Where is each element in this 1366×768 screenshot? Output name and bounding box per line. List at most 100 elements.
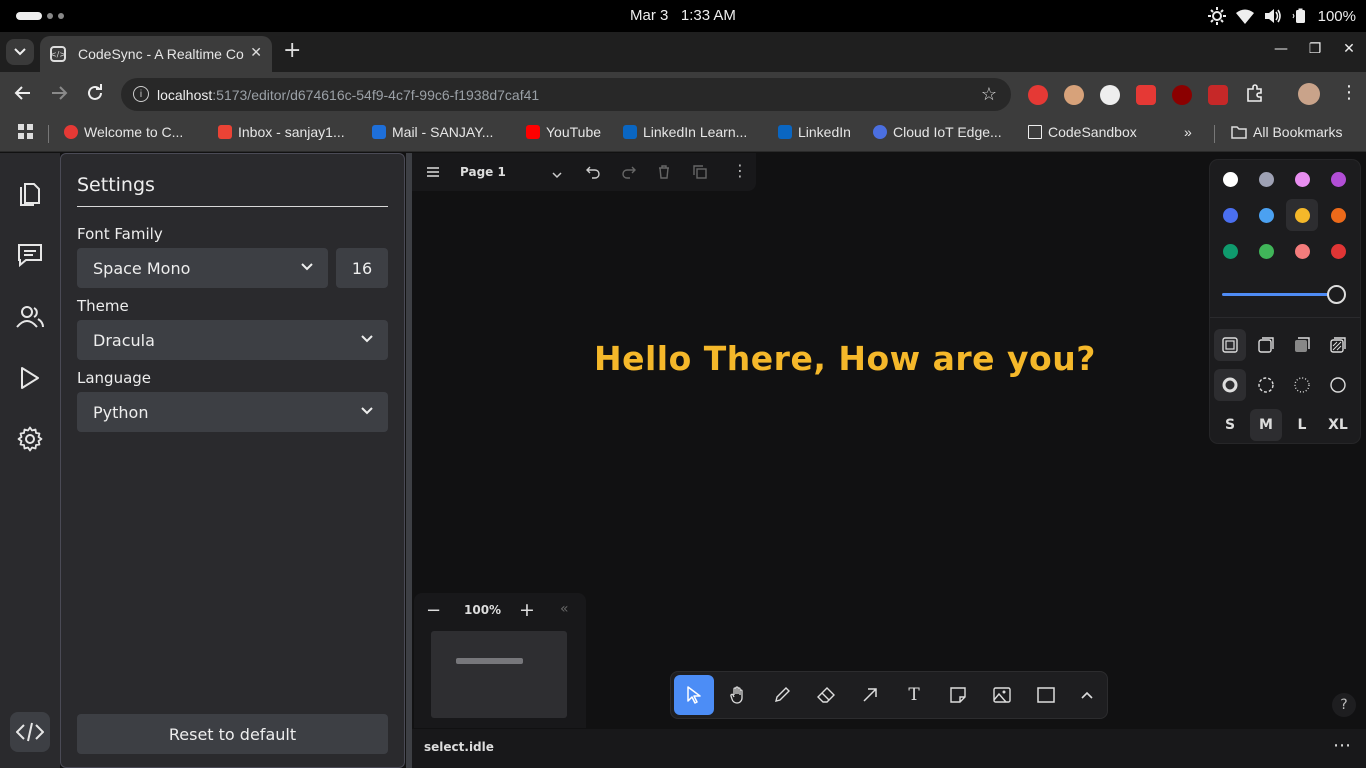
forward-arrow-icon[interactable]: [50, 84, 68, 106]
bookmark-item[interactable]: Welcome to C...: [64, 124, 183, 140]
color-swatch-button[interactable]: [1214, 199, 1246, 231]
more-bookmarks-button[interactable]: »: [1184, 124, 1192, 140]
extension-ublock-icon[interactable]: [1172, 85, 1192, 105]
fill-solid-button[interactable]: [1286, 329, 1318, 361]
extensions-puzzle-icon[interactable]: [1245, 83, 1265, 107]
extension-avatar-icon[interactable]: [1064, 85, 1084, 105]
color-swatch-button[interactable]: [1214, 163, 1246, 195]
page-name[interactable]: Page 1: [460, 165, 506, 179]
redo-icon[interactable]: [622, 164, 636, 183]
reload-icon[interactable]: [86, 84, 104, 106]
fill-pattern-button[interactable]: [1322, 329, 1354, 361]
color-swatch-button[interactable]: [1286, 235, 1318, 267]
zoom-level[interactable]: 100%: [464, 603, 501, 617]
address-bar[interactable]: i localhost:5173/editor/d674616c-54f9-4c…: [121, 78, 1011, 111]
draw-tool[interactable]: [762, 675, 802, 715]
duplicate-icon[interactable]: [693, 164, 707, 183]
color-swatch-button[interactable]: [1322, 163, 1354, 195]
bookmark-item[interactable]: Inbox - sanjay1...: [218, 124, 345, 140]
rectangle-tool[interactable]: [1026, 675, 1066, 715]
dash-dotted-button[interactable]: [1286, 369, 1318, 401]
size-s-button[interactable]: S: [1214, 409, 1246, 441]
all-bookmarks-button[interactable]: All Bookmarks: [1231, 124, 1342, 140]
extension-github-icon[interactable]: [1100, 85, 1120, 105]
chevron-down-icon[interactable]: [551, 166, 563, 185]
bookmark-item[interactable]: Cloud IoT Edge...: [873, 124, 1002, 140]
color-swatch-button[interactable]: [1322, 199, 1354, 231]
color-swatch-button[interactable]: [1250, 235, 1282, 267]
minimap[interactable]: [431, 631, 567, 718]
trash-icon[interactable]: [657, 164, 671, 183]
canvas-text-shape[interactable]: Hello There, How are you?: [594, 339, 1096, 378]
run-button[interactable]: [10, 358, 50, 398]
bookmark-item[interactable]: LinkedIn Learn...: [623, 124, 747, 140]
new-tab-button[interactable]: +: [283, 40, 301, 62]
bookmark-item[interactable]: Mail - SANJAY...: [372, 124, 493, 140]
size-l-button[interactable]: L: [1286, 409, 1318, 441]
hamburger-menu-icon[interactable]: [426, 164, 440, 183]
eraser-tool[interactable]: [806, 675, 846, 715]
fill-none-button[interactable]: [1214, 329, 1246, 361]
theme-select[interactable]: Dracula: [77, 320, 388, 360]
opacity-slider-track[interactable]: [1222, 293, 1334, 296]
zoom-out-icon[interactable]: −: [426, 600, 441, 621]
browser-menu-icon[interactable]: ⋮: [1340, 84, 1358, 102]
reset-to-default-button[interactable]: Reset to default: [77, 714, 388, 754]
image-tool[interactable]: [982, 675, 1022, 715]
extension-more-icon[interactable]: [1136, 85, 1156, 105]
code-editor-button[interactable]: [10, 712, 50, 752]
zoom-in-icon[interactable]: +: [519, 599, 535, 621]
hand-tool[interactable]: [718, 675, 758, 715]
extension-stop-icon[interactable]: [1028, 85, 1048, 105]
select-tool[interactable]: [674, 675, 714, 715]
drawing-canvas[interactable]: Page 1 ⋮ Hello There, How are you? S M L…: [412, 153, 1366, 768]
opacity-slider-thumb[interactable]: [1327, 285, 1346, 304]
color-swatch-button[interactable]: [1286, 163, 1318, 195]
color-swatch-button[interactable]: [1250, 199, 1282, 231]
files-button[interactable]: [10, 173, 50, 213]
workspace-indicator[interactable]: [16, 12, 64, 20]
help-button[interactable]: ?: [1332, 693, 1356, 717]
apps-grid-icon[interactable]: [18, 124, 34, 140]
color-swatch-button[interactable]: [1286, 199, 1318, 231]
bookmark-item[interactable]: CodeSandbox: [1028, 124, 1137, 140]
fill-semi-button[interactable]: [1250, 329, 1282, 361]
dash-draw-button[interactable]: [1214, 369, 1246, 401]
extension-game-icon[interactable]: [1208, 85, 1228, 105]
system-tray[interactable]: 100%: [1207, 7, 1356, 25]
site-info-icon[interactable]: i: [133, 86, 149, 102]
color-swatch-button[interactable]: [1250, 163, 1282, 195]
language-select[interactable]: Python: [77, 392, 388, 432]
arrow-tool[interactable]: [850, 675, 890, 715]
chat-button[interactable]: [10, 235, 50, 275]
browser-tab[interactable]: </> CodeSync - A Realtime Co ✕: [40, 36, 272, 72]
users-button[interactable]: [10, 297, 50, 337]
bookmark-item[interactable]: YouTube: [526, 124, 601, 140]
note-tool[interactable]: [938, 675, 978, 715]
profile-avatar[interactable]: [1298, 83, 1320, 105]
more-vertical-icon[interactable]: ⋮: [732, 163, 748, 179]
dash-solid-button[interactable]: [1322, 369, 1354, 401]
back-arrow-icon[interactable]: [14, 84, 32, 106]
dash-dashed-button[interactable]: [1250, 369, 1282, 401]
text-tool[interactable]: T: [894, 675, 934, 715]
more-tools-button[interactable]: [1067, 675, 1107, 715]
color-swatch-button[interactable]: [1214, 235, 1246, 267]
close-window-icon[interactable]: ✕: [1342, 41, 1356, 57]
font-size-input[interactable]: 16: [336, 248, 388, 288]
system-clock[interactable]: Mar 3 1:33 AM: [630, 7, 736, 24]
size-xl-button[interactable]: XL: [1322, 409, 1354, 441]
settings-button[interactable]: [10, 419, 50, 459]
collapse-minimap-icon[interactable]: «: [560, 601, 569, 617]
more-horizontal-icon[interactable]: ⋯: [1333, 735, 1352, 756]
bookmark-star-icon[interactable]: ☆: [981, 84, 997, 105]
size-m-button[interactable]: M: [1250, 409, 1282, 441]
undo-icon[interactable]: [586, 164, 600, 183]
tab-search-button[interactable]: [6, 39, 34, 65]
minimize-icon[interactable]: —: [1274, 41, 1288, 57]
maximize-icon[interactable]: ❐: [1308, 41, 1322, 57]
bookmark-item[interactable]: LinkedIn: [778, 124, 851, 140]
color-swatch-button[interactable]: [1322, 235, 1354, 267]
font-family-select[interactable]: Space Mono: [77, 248, 328, 288]
close-icon[interactable]: ✕: [250, 45, 262, 61]
